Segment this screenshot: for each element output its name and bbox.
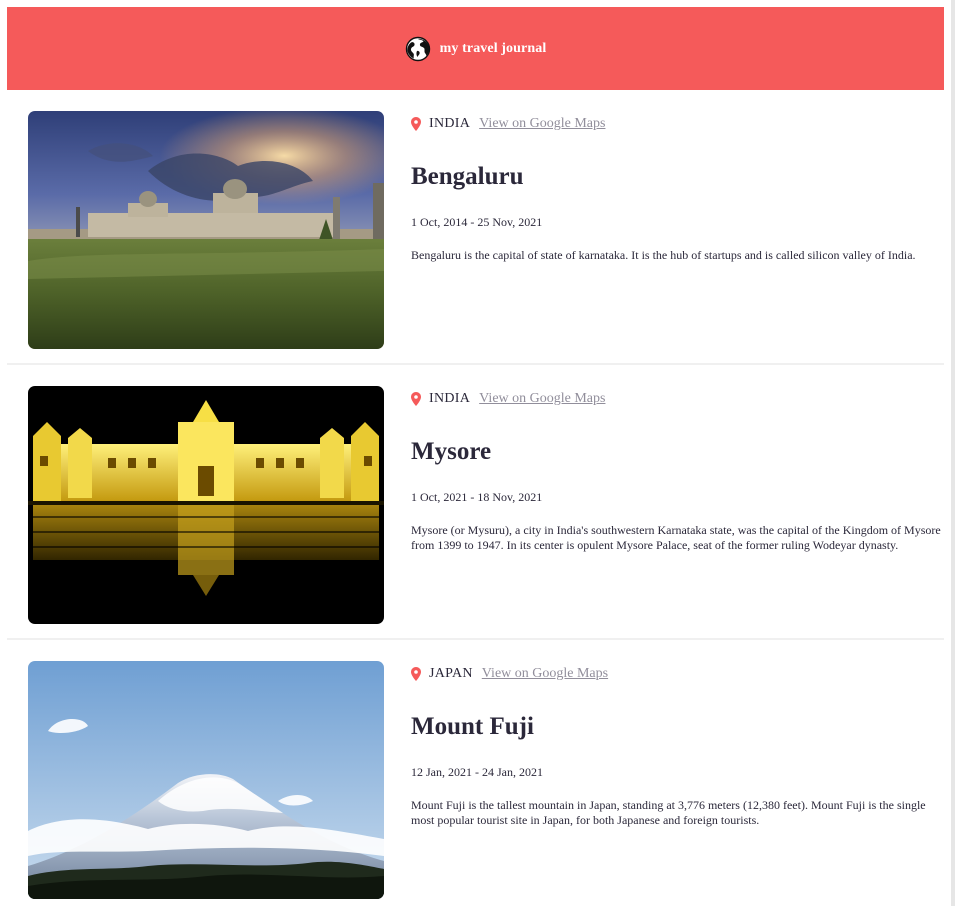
location-row: INDIA View on Google Maps: [411, 390, 944, 408]
location-pin-icon: [411, 392, 421, 406]
location-pin-icon: [411, 667, 421, 681]
app-header: my travel journal: [7, 7, 944, 90]
country-label: JAPAN: [429, 666, 473, 681]
entry-dates: 12 Jan, 2021 - 24 Jan, 2021: [411, 765, 543, 779]
country-label: INDIA: [429, 391, 471, 406]
entry-info: JAPAN View on Google Maps Mount Fuji 12 …: [411, 665, 944, 828]
entry-photo-mount-fuji: [28, 661, 384, 899]
country-label: INDIA: [429, 116, 471, 131]
page-scrollbar[interactable]: [951, 0, 955, 906]
entry-description: Mount Fuji is the tallest mountain in Ja…: [411, 798, 926, 827]
journal-entry-bengaluru: INDIA View on Google Maps Bengaluru 1 Oc…: [7, 90, 944, 365]
entry-dates: 1 Oct, 2014 - 25 Nov, 2021: [411, 215, 543, 229]
entry-title: Mount Fuji: [411, 713, 534, 740]
entry-photo-mysore: [28, 386, 384, 624]
entry-title: Bengaluru: [411, 163, 524, 190]
journal-entry-mysore: INDIA View on Google Maps Mysore 1 Oct, …: [7, 365, 944, 640]
entry-info: INDIA View on Google Maps Mysore 1 Oct, …: [411, 390, 944, 553]
entry-photo-bengaluru: [28, 111, 384, 349]
location-row: INDIA View on Google Maps: [411, 115, 944, 133]
entry-info: INDIA View on Google Maps Bengaluru 1 Oc…: [411, 115, 944, 263]
entry-description: Bengaluru is the capital of state of kar…: [411, 248, 916, 262]
location-pin-icon: [411, 117, 421, 131]
location-row: JAPAN View on Google Maps: [411, 665, 944, 683]
entry-description: Mysore (or Mysuru), a city in India's so…: [411, 523, 941, 552]
entry-title: Mysore: [411, 438, 492, 465]
app-title: my travel journal: [439, 40, 547, 56]
travel-journal-page: my travel journal INDIA View on Google M…: [7, 7, 944, 906]
google-maps-link[interactable]: View on Google Maps: [482, 666, 608, 682]
globe-icon: [405, 36, 430, 61]
entry-dates: 1 Oct, 2021 - 18 Nov, 2021: [411, 490, 543, 504]
journal-entry-mount-fuji: JAPAN View on Google Maps Mount Fuji 12 …: [7, 640, 944, 906]
google-maps-link[interactable]: View on Google Maps: [479, 391, 605, 407]
google-maps-link[interactable]: View on Google Maps: [479, 116, 605, 132]
